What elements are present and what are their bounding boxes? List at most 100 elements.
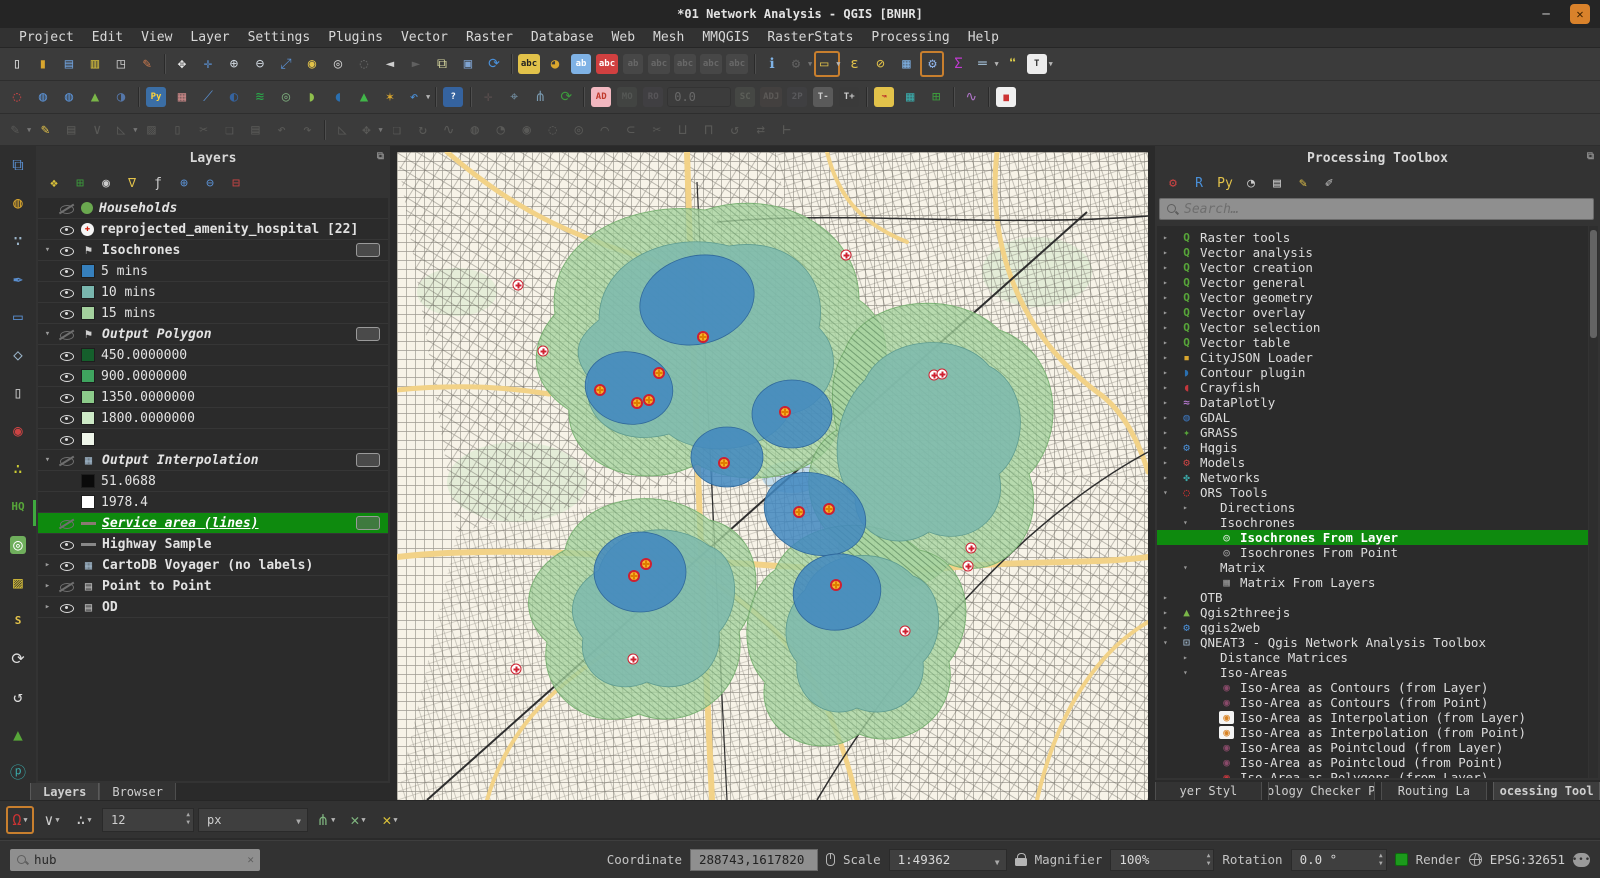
move-features-icon[interactable]: ✥ ▼	[356, 117, 382, 143]
expander-icon[interactable]: ▸	[1163, 428, 1173, 437]
open-project-icon[interactable]: ▮ ▼	[31, 51, 55, 77]
modify-attributes-icon[interactable]: ▨ ▼	[139, 117, 163, 143]
snapping-unit-combobox[interactable]: px ▼	[198, 808, 308, 832]
snap-intersection-icon[interactable]: ✕ ▼	[344, 806, 372, 834]
tracing-icon[interactable]: ✕ ▼	[376, 806, 404, 834]
hospital-marker[interactable]	[643, 394, 655, 406]
algorithm-row[interactable]: ▾ Isochrones	[1157, 515, 1588, 530]
expander-icon[interactable]: ▸	[1163, 293, 1173, 302]
layer-label[interactable]: 15 mins	[101, 306, 156, 321]
locator-search-input[interactable]: hub ✕	[10, 849, 260, 871]
menu-item[interactable]: RasterStats	[758, 29, 862, 46]
fill-ring-icon[interactable]: ◉ ▼	[515, 117, 539, 143]
minimize-button[interactable]: ─	[1536, 4, 1556, 24]
open-layer-styling-icon[interactable]: ❖	[42, 172, 66, 194]
slyr-icon[interactable]: S	[5, 608, 31, 633]
refresh-dock-icon[interactable]: ⟳	[5, 646, 31, 671]
algorithm-row[interactable]: ◉ Iso-Area as Interpolation (from Layer)	[1157, 710, 1588, 725]
algorithm-label[interactable]: CityJSON Loader	[1200, 350, 1313, 365]
layer-indicator[interactable]	[356, 516, 380, 530]
algorithm-label[interactable]: Crayfish	[1200, 380, 1260, 395]
algorithm-label[interactable]: Iso-Area as Interpolation (from Layer)	[1240, 710, 1526, 725]
algorithm-label[interactable]: Vector general	[1200, 275, 1305, 290]
adj-button[interactable]: ADJ ▼	[759, 84, 783, 110]
hospital-marker[interactable]	[823, 503, 835, 515]
red-cross-marker[interactable]	[937, 369, 948, 380]
hospital-marker[interactable]	[793, 506, 805, 518]
expander-icon[interactable]: ▸	[1163, 413, 1173, 422]
hospital-marker[interactable]	[653, 367, 665, 379]
expander-icon[interactable]: ▸	[1163, 593, 1173, 602]
python-console-icon[interactable]: Py ▼	[144, 84, 168, 110]
feather-plugin-icon[interactable]: ✒	[5, 266, 31, 291]
layer-label[interactable]: Point to Point	[102, 579, 212, 594]
osm-place-search-icon[interactable]: ◑ ▼	[109, 84, 133, 110]
mouse-position-icon[interactable]	[826, 853, 835, 866]
edit-inplace-icon[interactable]: ✎	[1291, 172, 1315, 194]
visibility-toggle[interactable]	[59, 579, 75, 594]
layer-label[interactable]: 51.0688	[101, 474, 156, 489]
add-wms-layer-icon[interactable]: ◍ ▼	[31, 84, 55, 110]
algorithm-label[interactable]: Networks	[1200, 470, 1260, 485]
algorithm-label[interactable]: OTB	[1200, 590, 1223, 605]
magnifier-spinbox[interactable]: 100% ▲▼	[1110, 849, 1214, 871]
help-contents-icon[interactable]: ? ▼	[441, 84, 465, 110]
layer-row[interactable]: 1978.4	[38, 492, 388, 513]
zoom-next-icon[interactable]: ► ▼	[404, 51, 428, 77]
expander-icon[interactable]: ▸	[1163, 323, 1173, 332]
close-button[interactable]: ✕	[1570, 4, 1590, 24]
algorithm-row[interactable]: ▸ ▲ Qgis2threejs	[1157, 605, 1588, 620]
expander-icon[interactable]: ▸	[1163, 398, 1173, 407]
algorithm-row[interactable]: ▾ ◌ ORS Tools	[1157, 485, 1588, 500]
layer-row[interactable]: 51.0688	[38, 471, 388, 492]
label-properties-icon[interactable]: abc ▼	[725, 51, 749, 77]
vertex-edit-icon[interactable]: ⋔ ▼	[528, 84, 552, 110]
red-cross-marker[interactable]	[513, 280, 524, 291]
split-features-icon[interactable]: ✂ ▼	[191, 117, 215, 143]
text-annotation-icon[interactable]: T ▼	[1027, 51, 1053, 77]
menu-item[interactable]: Web	[603, 29, 644, 46]
red-cross-marker[interactable]	[900, 626, 911, 637]
layer-indicator[interactable]	[356, 327, 380, 341]
algorithm-label[interactable]: Vector overlay	[1200, 305, 1305, 320]
vector-tools-icon[interactable]: ◗ ▼	[300, 84, 324, 110]
hqgis-dock-icon[interactable]: HQ	[5, 494, 31, 519]
spin-arrows-icon[interactable]: ▲▼	[1207, 852, 1211, 869]
expander-icon[interactable]: ▸	[1163, 353, 1173, 362]
offset-curve-icon[interactable]: ⊂ ▼	[619, 117, 643, 143]
algorithm-label[interactable]: Distance Matrices	[1220, 650, 1348, 665]
layer-label[interactable]: reprojected_amenity_hospital [22]	[100, 222, 358, 237]
algorithm-row[interactable]: ▸ Q Vector table	[1157, 335, 1588, 350]
tab-layer-styling[interactable]: yer Styl	[1155, 782, 1262, 801]
crs-status[interactable]: EPSG:32651	[1490, 852, 1565, 867]
results-viewer-icon[interactable]: ▤	[1265, 172, 1289, 194]
expander-icon[interactable]: ▸	[1163, 278, 1173, 287]
algorithm-label[interactable]: Isochrones From Layer	[1240, 530, 1398, 545]
algorithm-label[interactable]: QNEAT3 - Qgis Network Analysis Toolbox	[1200, 635, 1486, 650]
curved-label-icon[interactable]: abc ▼	[699, 51, 723, 77]
manage-map-themes-icon[interactable]: ◉	[94, 172, 118, 194]
telescope-icon[interactable]: ⌖ ▼	[502, 84, 526, 110]
layer-row[interactable]	[38, 429, 388, 450]
algorithm-label[interactable]: Contour plugin	[1200, 365, 1305, 380]
layer-label[interactable]: Service area (lines)	[102, 516, 259, 531]
hospital-marker[interactable]	[628, 570, 640, 582]
expander-icon[interactable]: ▾	[1163, 488, 1173, 497]
red-cross-marker[interactable]	[966, 543, 977, 554]
algorithm-label[interactable]: Vector geometry	[1200, 290, 1313, 305]
add-spreadsheet-icon[interactable]: ⊞ ▼	[924, 84, 948, 110]
vector-plugin-icon[interactable]: ◇	[5, 342, 31, 367]
qgis2threejs-icon[interactable]: ▲ ▼	[352, 84, 376, 110]
hospital-marker[interactable]	[640, 558, 652, 570]
layer-row[interactable]: ▸ ▦ CartoDB Voyager (no labels)	[38, 555, 388, 576]
algorithm-row[interactable]: ▸ Distance Matrices	[1157, 650, 1588, 665]
sc-button[interactable]: SC ▼	[733, 84, 757, 110]
visibility-toggle[interactable]	[59, 600, 75, 615]
layer-row[interactable]: 900.0000000	[38, 366, 388, 387]
visibility-toggle[interactable]	[59, 327, 75, 342]
visibility-toggle[interactable]	[59, 243, 75, 258]
grass-tools-icon[interactable]: ▲ ▼	[83, 84, 107, 110]
layer-row[interactable]: 15 mins	[38, 303, 388, 324]
twop-button[interactable]: 2P ▼	[785, 84, 809, 110]
profile-plot-icon[interactable]: ∿ ▼	[959, 84, 983, 110]
